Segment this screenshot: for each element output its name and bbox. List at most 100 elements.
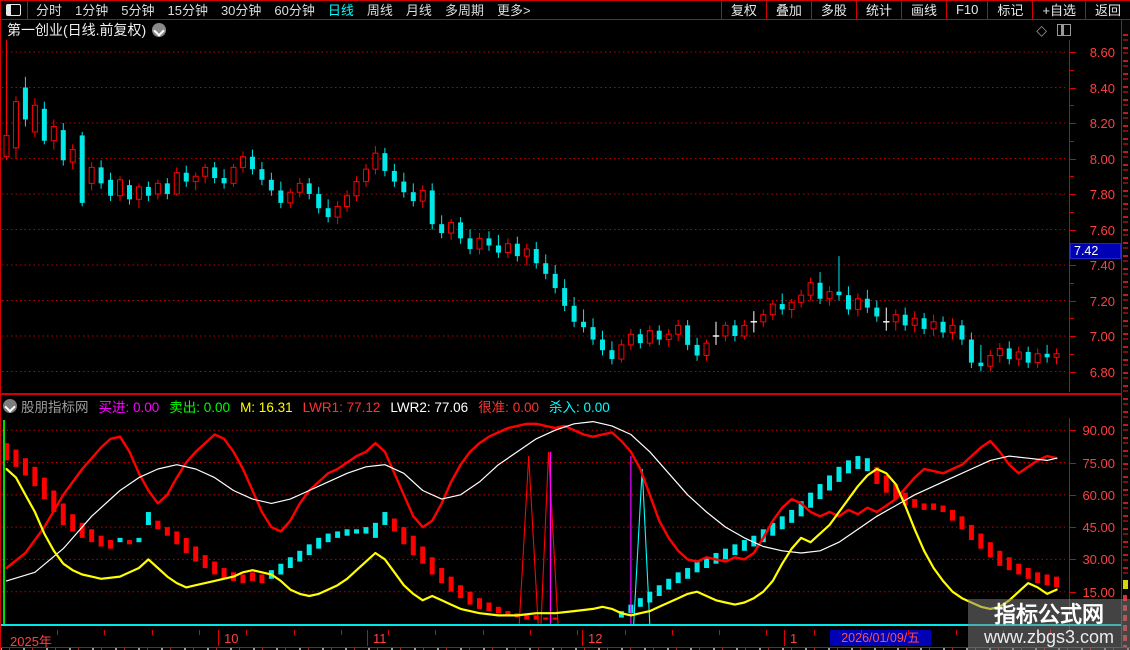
- period-item-8[interactable]: 月线: [406, 0, 432, 19]
- action-item-8[interactable]: 返回: [1084, 0, 1130, 19]
- collapse-icon[interactable]: [3, 399, 17, 413]
- time-tick: [104, 630, 105, 635]
- indicator-field-1: 卖出: 0.00: [169, 400, 231, 415]
- stock-title: 第一创业(日线.前复权): [7, 22, 147, 38]
- axis-tick: [1070, 559, 1076, 561]
- time-axis: 2026/01/09/五 2025年 10 11 12 1: [0, 630, 1121, 649]
- action-item-4[interactable]: 画线: [900, 0, 946, 19]
- time-tick: [577, 630, 578, 635]
- time-tick: [766, 630, 767, 635]
- axis-tick: [1070, 229, 1076, 231]
- window-layout-icon[interactable]: [0, 0, 28, 19]
- month-tick: [218, 630, 219, 646]
- panel-separator: [0, 393, 1121, 395]
- period-item-0[interactable]: 分时: [36, 0, 62, 19]
- action-item-1[interactable]: 叠加: [765, 0, 811, 19]
- period-item-9[interactable]: 多周期: [445, 0, 484, 19]
- time-tick: [388, 630, 389, 635]
- range-start-line: [3, 420, 5, 625]
- period-item-5[interactable]: 60分钟: [274, 0, 314, 19]
- clipped-sidebar[interactable]: [1122, 20, 1130, 647]
- time-tick: [672, 630, 673, 635]
- axis-tick: [1070, 158, 1076, 160]
- axis-minor-tick: [1070, 105, 1074, 107]
- time-tick: [625, 630, 626, 635]
- time-tick: [956, 630, 957, 635]
- axis-minor-tick: [1070, 176, 1074, 178]
- period-item-1[interactable]: 1分钟: [75, 0, 108, 19]
- indicator-chart[interactable]: [0, 418, 1066, 630]
- period-item-3[interactable]: 15分钟: [167, 0, 207, 19]
- action-item-7[interactable]: +自选: [1032, 0, 1085, 19]
- axis-minor-tick: [1070, 318, 1074, 320]
- last-date-tag: 2026/01/09/五: [830, 630, 931, 646]
- axis-tick: [1070, 87, 1076, 89]
- axis-tick: [1070, 300, 1076, 302]
- indicator-field-2: M: 16.31: [240, 400, 293, 415]
- period-item-7[interactable]: 周线: [367, 0, 393, 19]
- watermark: 指标公式网 www.zbgs3.com: [968, 599, 1130, 650]
- action-item-3[interactable]: 统计: [855, 0, 901, 19]
- time-tick: [294, 630, 295, 635]
- action-item-5[interactable]: F10: [945, 0, 987, 19]
- time-axis-label-1: 10: [224, 631, 239, 646]
- month-tick: [367, 630, 368, 646]
- time-tick: [341, 630, 342, 635]
- month-tick: [784, 630, 785, 646]
- axis-tick: [1070, 494, 1076, 496]
- time-tick: [814, 630, 815, 635]
- period-item-4[interactable]: 30分钟: [221, 0, 261, 19]
- time-tick: [152, 630, 153, 635]
- period-item-2[interactable]: 5分钟: [121, 0, 154, 19]
- diamond-icon[interactable]: ◇: [1036, 23, 1047, 37]
- period-item-6[interactable]: 日线: [328, 0, 354, 19]
- time-tick: [530, 630, 531, 635]
- axis-minor-tick: [1070, 69, 1074, 71]
- trading-app-window: 分时 1分钟 5分钟 15分钟 30分钟 60分钟 日线 周线 月线 多周期 更多> 复权 叠加 多股统…: [0, 0, 1130, 650]
- time-tick: [57, 630, 58, 635]
- zero-line: [0, 624, 1121, 626]
- chevron-down-icon[interactable]: [152, 23, 167, 37]
- time-axis-label-4: 1: [790, 631, 798, 646]
- axis-tick: [1070, 430, 1076, 432]
- period-item-10[interactable]: 更多>: [497, 0, 531, 19]
- watermark-title: 指标公式网: [993, 601, 1104, 627]
- action-item-0[interactable]: 复权: [720, 0, 766, 19]
- time-tick: [483, 630, 484, 635]
- last-price-tag: 7.42: [1070, 243, 1121, 259]
- axis-minor-tick: [1070, 353, 1074, 355]
- indicator-header: 股朋指标网 买进: 0.00 卖出: 0.00 M: 16.31 LWR1: 77.1…: [0, 396, 1066, 416]
- axis-minor-tick: [1070, 211, 1074, 213]
- axis-tick: [1070, 123, 1076, 124]
- split-panel-icon[interactable]: [1057, 24, 1071, 36]
- indicator-values: 买进: 0.00 卖出: 0.00 M: 16.31 LWR1: 77.12 LWR2:…: [99, 396, 620, 416]
- sidebar-glyph-fragments: [1123, 34, 1128, 574]
- axis-tick: [1070, 591, 1076, 593]
- indicator-field-0: 买进: 0.00: [98, 400, 160, 415]
- axis-tick: [1070, 336, 1076, 337]
- time-tick: [246, 630, 247, 635]
- time-tick: [908, 630, 909, 635]
- indicator-name[interactable]: 股朋指标网: [21, 396, 89, 416]
- indicator-field-6: 杀入: 0.00: [548, 400, 610, 415]
- axis-tick: [1070, 52, 1076, 53]
- window-left-border: [0, 0, 1, 650]
- axis-tick: [1070, 527, 1076, 529]
- time-axis-label-2: 11: [373, 631, 387, 646]
- axis-tick: [1070, 371, 1076, 373]
- title-row: 第一创业(日线.前复权) ◇: [0, 20, 1121, 40]
- axis-minor-tick: [1070, 282, 1074, 284]
- time-axis-label-3: 12: [588, 631, 603, 646]
- action-item-6[interactable]: 标记: [987, 0, 1032, 19]
- action-menu: 复权 叠加 多股 统计 画线 F10 标记 +自选 返回: [720, 0, 1130, 19]
- axis-tick: [1070, 194, 1076, 195]
- period-menu: 分时 1分钟 5分钟 15分钟 30分钟 60分钟 日线 周线 月线 多周期 更多>: [36, 0, 544, 19]
- axis-tick: [1070, 265, 1076, 266]
- title-icons: ◇: [1036, 23, 1071, 37]
- candlestick-chart[interactable]: [0, 40, 1066, 392]
- axis-minor-tick: [1070, 140, 1074, 142]
- window-top-border: [0, 0, 1130, 1]
- layout-icon: [6, 3, 21, 16]
- action-item-2[interactable]: 多股: [810, 0, 856, 19]
- sidebar-yellow-fragment: [1123, 580, 1128, 589]
